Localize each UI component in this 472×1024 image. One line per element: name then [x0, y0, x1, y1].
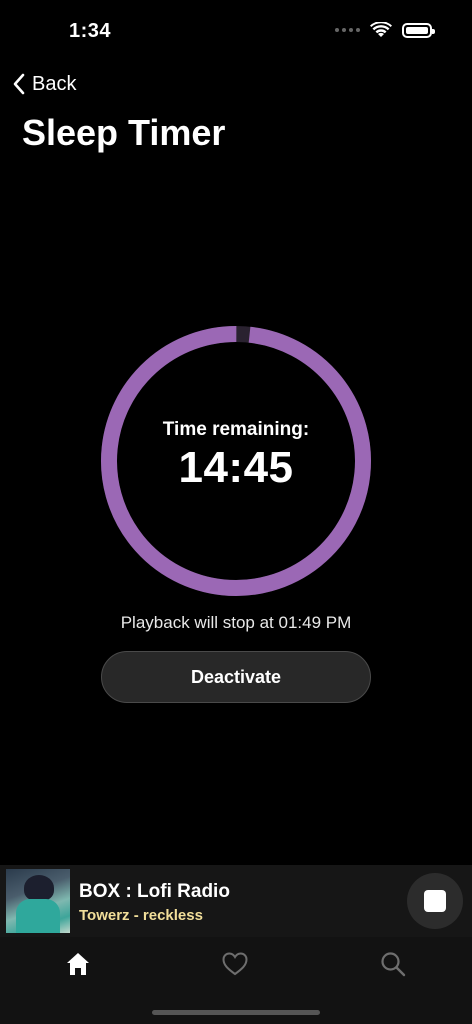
stop-icon: [424, 890, 446, 912]
deactivate-button[interactable]: Deactivate: [101, 651, 371, 703]
home-indicator: [152, 1010, 320, 1015]
album-art: [6, 869, 70, 933]
wifi-icon: [370, 22, 392, 37]
home-icon: [67, 953, 89, 975]
playback-stop-info: Playback will stop at 01:49 PM: [120, 613, 352, 632]
tab-favorites[interactable]: [215, 947, 255, 981]
back-button[interactable]: Back: [12, 68, 76, 100]
status-icons: [335, 22, 435, 38]
search-icon: [381, 952, 406, 977]
time-remaining-value: 14:45: [178, 443, 294, 492]
time-remaining-label: Time remaining:: [162, 419, 310, 440]
heart-icon: [222, 952, 248, 976]
page-title: Sleep Timer: [22, 112, 226, 153]
chevron-left-icon: [13, 73, 25, 95]
song-title: BOX : Lofi Radio: [79, 881, 230, 902]
timer-center: Time remaining: 14:45: [100, 325, 372, 597]
battery-icon: [402, 22, 435, 38]
tab-home[interactable]: [58, 947, 98, 981]
stop-button[interactable]: [407, 873, 463, 929]
timer-ring: Time remaining: 14:45: [100, 325, 372, 597]
back-label: Back: [32, 72, 77, 95]
song-artist: Towerz - reckless: [79, 907, 203, 924]
tab-search[interactable]: [373, 947, 413, 981]
signal-dots-icon: [335, 28, 360, 32]
mini-player[interactable]: BOX : Lofi Radio Towerz - reckless: [0, 865, 472, 937]
status-time: 1:34: [69, 20, 112, 42]
status-bar: 1:34: [0, 0, 472, 64]
